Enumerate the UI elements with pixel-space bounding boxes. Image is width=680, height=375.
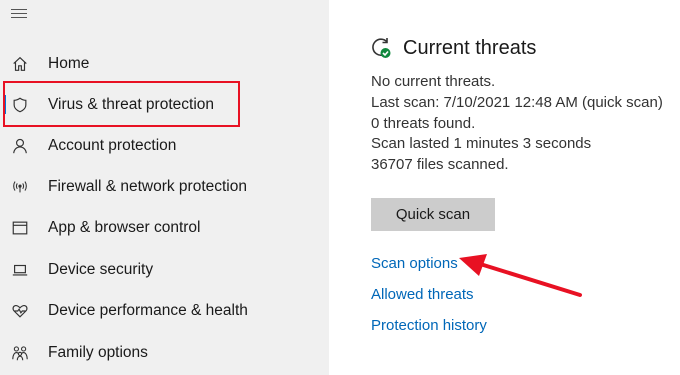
current-threats-header: Current threats bbox=[369, 36, 536, 60]
refresh-check-icon bbox=[372, 38, 391, 58]
wifi-antenna-icon bbox=[10, 177, 30, 197]
sidebar-item-firewall-network-protection[interactable]: Firewall & network protection bbox=[0, 167, 329, 207]
sidebar-item-label: Firewall & network protection bbox=[48, 178, 247, 195]
browser-window-icon bbox=[10, 218, 30, 238]
page-title: Current threats bbox=[403, 36, 537, 59]
sidebar-item-account-protection[interactable]: Account protection bbox=[0, 126, 329, 166]
scan-duration-text: Scan lasted 1 minutes 3 seconds bbox=[371, 135, 592, 153]
sidebar-item-home[interactable]: Home bbox=[0, 44, 329, 84]
person-icon bbox=[10, 136, 30, 156]
sidebar-item-label: Device performance & health bbox=[48, 302, 248, 319]
annotation-highlight-box bbox=[3, 81, 240, 127]
threats-found-text: 0 threats found. bbox=[371, 114, 476, 132]
threat-status-text: No current threats. bbox=[371, 73, 496, 90]
sidebar-item-app-browser-control[interactable]: App & browser control bbox=[0, 208, 329, 248]
sidebar-item-device-security[interactable]: Device security bbox=[0, 250, 329, 290]
sidebar-item-label: Account protection bbox=[48, 137, 177, 154]
main-content: Current threats No current threats. Last… bbox=[329, 0, 680, 375]
protection-history-link[interactable]: Protection history bbox=[371, 317, 487, 334]
sidebar-item-device-performance-health[interactable]: Device performance & health bbox=[0, 291, 329, 331]
menu-icon[interactable] bbox=[11, 9, 27, 19]
family-icon bbox=[10, 343, 30, 363]
home-icon bbox=[10, 54, 30, 74]
annotation-arrow-icon bbox=[459, 254, 582, 297]
heart-icon bbox=[10, 301, 30, 321]
scan-info: No current threats. Last scan: 7/10/2021… bbox=[371, 72, 663, 176]
last-scan-text: Last scan: 7/10/2021 12:48 AM (quick sca… bbox=[371, 93, 663, 111]
sidebar: Home Virus & threat protection Account p… bbox=[0, 0, 329, 375]
sidebar-item-family-options[interactable]: Family options bbox=[0, 333, 329, 373]
quick-scan-button[interactable]: Quick scan bbox=[371, 198, 495, 231]
scan-options-link[interactable]: Scan options bbox=[371, 255, 458, 272]
sidebar-item-label: Home bbox=[48, 55, 90, 72]
laptop-icon bbox=[10, 260, 30, 280]
sidebar-item-label: App & browser control bbox=[48, 219, 201, 236]
sidebar-item-label: Family options bbox=[48, 344, 148, 361]
files-scanned-text: 36707 files scanned. bbox=[371, 156, 509, 174]
sidebar-item-label: Device security bbox=[48, 261, 154, 278]
